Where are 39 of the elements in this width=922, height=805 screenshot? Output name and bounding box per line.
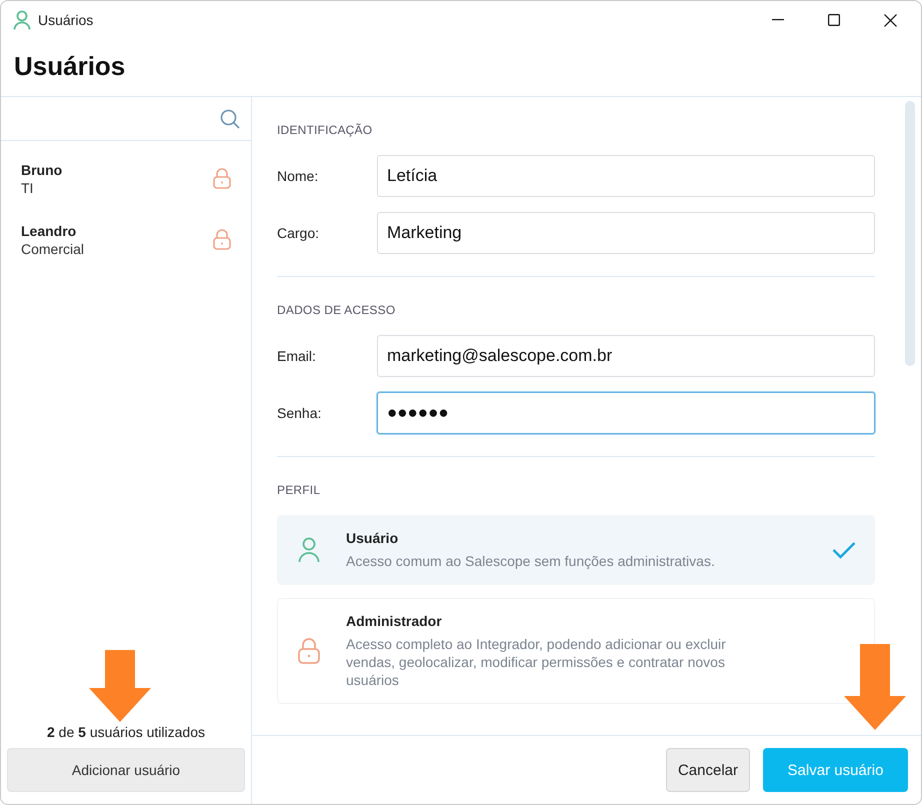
arrow-icon [844,644,906,730]
add-user-button[interactable]: Adicionar usuário [7,748,245,792]
close-icon[interactable] [884,14,897,26]
field-label: Cargo: [277,225,320,241]
input-field[interactable]: ●●●●●● [377,392,875,434]
input-field[interactable]: Letícia [377,155,875,197]
section-title: PERFIL [277,483,322,497]
lock-icon [298,638,320,664]
field-label: Senha: [277,405,322,421]
user-icon [298,537,320,563]
minimize-icon[interactable] [772,19,784,21]
field-label: Nome: [277,168,320,184]
user-role: Comercial [21,240,86,256]
user-list-item[interactable]: Bruno TI [1,141,251,202]
window-title: Usuários [38,12,94,28]
field-label: Email: [277,348,317,364]
option-description: Acesso comum ao Salescope sem funções administrativas. [346,552,716,570]
page-heading: Usuários [13,50,126,83]
user-name: Bruno [21,162,64,178]
option-title: Administrador [346,613,443,629]
input-field[interactable]: marketing@salescope.com.br [377,335,875,377]
input-field[interactable]: Marketing [377,212,875,254]
user-list-item[interactable]: Leandro Comercial [1,202,251,263]
user-role: TI [21,180,34,196]
checkmark-icon [832,541,856,559]
section-title: DADOS DE ACESSO [277,303,396,317]
usage-count: 2 de 5 usuários utilizados [46,724,205,740]
arrow-icon [89,650,151,722]
option-description: Acesso completo ao Integrador, podendo adicionar ou excluir vendas, geolocalizar, modificar permissões e contratar novos usuários [346,635,727,689]
user-icon [13,10,31,30]
maximize-icon[interactable] [828,14,840,26]
profile-option[interactable]: Usuário Acesso comum ao Salescope sem funções administrativas. [277,515,875,585]
search-icon[interactable] [220,108,240,128]
profile-option[interactable]: Administrador Acesso completo ao Integrador, podendo adicionar ou excluir vendas, geolocalizar, modificar permissões e contratar novos usuários [277,598,875,704]
user-name: Leandro [21,222,78,238]
scrollbar-thumb[interactable] [905,101,915,366]
cancel-button[interactable]: Cancelar [666,748,750,792]
option-title: Usuário [346,530,400,546]
section-title: IDENTIFICAÇÃO [277,123,374,137]
